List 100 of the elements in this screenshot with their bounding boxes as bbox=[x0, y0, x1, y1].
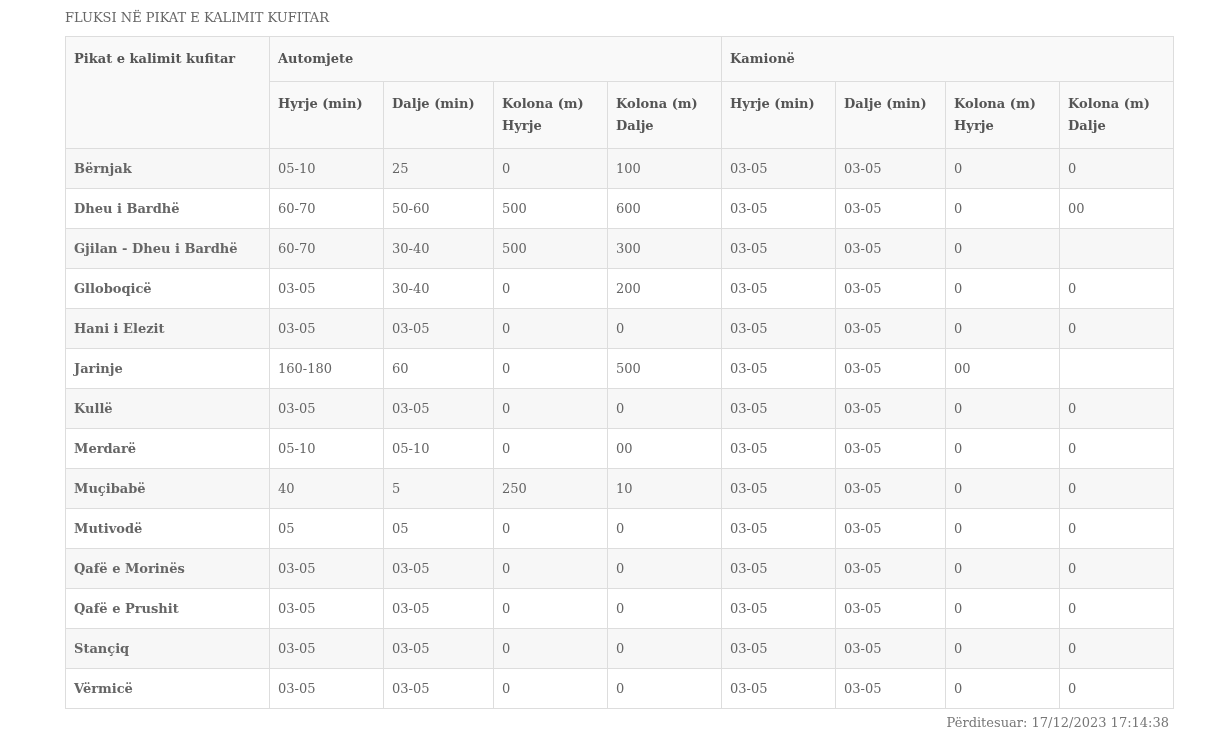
table-cell: 0 bbox=[493, 428, 608, 469]
table-cell: 03-05 bbox=[835, 348, 946, 389]
table-cell: 03-05 bbox=[835, 188, 946, 229]
table-cell: 0 bbox=[1059, 508, 1174, 549]
table-cell: 03-05 bbox=[835, 468, 946, 509]
table-cell: 03-05 bbox=[721, 388, 836, 429]
table-cell: 0 bbox=[945, 228, 1060, 269]
table-cell: 03-05 bbox=[721, 508, 836, 549]
table-cell: 100 bbox=[607, 148, 722, 189]
table-cell: 0 bbox=[493, 588, 608, 629]
table-cell: 03-05 bbox=[269, 548, 384, 589]
table-cell: 03-05 bbox=[721, 588, 836, 629]
table-cell: 03-05 bbox=[383, 308, 494, 349]
row-header: Vërmicë bbox=[65, 668, 270, 709]
table-cell: 03-05 bbox=[383, 548, 494, 589]
row-header: Merdarë bbox=[65, 428, 270, 469]
table-cell: 03-05 bbox=[721, 348, 836, 389]
table-cell: 03-05 bbox=[269, 588, 384, 629]
column-header: Hyrje (min) bbox=[721, 81, 836, 149]
table-cell: 05 bbox=[269, 508, 384, 549]
table-cell: 10 bbox=[607, 468, 722, 509]
page-title: FLUKSI NË PIKAT E KALIMIT KUFITAR bbox=[65, 10, 331, 24]
table-cell: 0 bbox=[493, 348, 608, 389]
table-cell: 0 bbox=[493, 628, 608, 669]
table-cell: 03-05 bbox=[383, 588, 494, 629]
table-cell: 0 bbox=[493, 388, 608, 429]
table-cell: 03-05 bbox=[721, 628, 836, 669]
table-cell: 03-05 bbox=[383, 628, 494, 669]
column-header: Dalje (min) bbox=[835, 81, 946, 149]
table-cell: 0 bbox=[945, 188, 1060, 229]
table-cell: 500 bbox=[607, 348, 722, 389]
table-cell: 00 bbox=[945, 348, 1060, 389]
table-cell: 0 bbox=[493, 148, 608, 189]
table-cell: 0 bbox=[1059, 148, 1174, 189]
row-header: Kullë bbox=[65, 388, 270, 429]
table-cell: 0 bbox=[945, 628, 1060, 669]
table-cell: 0 bbox=[1059, 468, 1174, 509]
row-header: Jarinje bbox=[65, 348, 270, 389]
table-cell: 03-05 bbox=[721, 428, 836, 469]
table-cell: 03-05 bbox=[721, 308, 836, 349]
table-cell: 03-05 bbox=[721, 268, 836, 309]
table-cell: 60-70 bbox=[269, 188, 384, 229]
table-cell: 0 bbox=[1059, 628, 1174, 669]
table-cell: 03-05 bbox=[835, 148, 946, 189]
table-cell: 03-05 bbox=[835, 668, 946, 709]
table-cell: 0 bbox=[945, 428, 1060, 469]
table-cell: 03-05 bbox=[269, 308, 384, 349]
table-cell: 0 bbox=[607, 668, 722, 709]
table-cell: 03-05 bbox=[721, 668, 836, 709]
row-header: Mutivodë bbox=[65, 508, 270, 549]
table-cell: 0 bbox=[945, 308, 1060, 349]
table-cell: 03-05 bbox=[383, 668, 494, 709]
row-header: Hani i Elezit bbox=[65, 308, 270, 349]
row-header: Bërnjak bbox=[65, 148, 270, 189]
table-cell: 0 bbox=[493, 508, 608, 549]
row-header: Dheu i Bardhë bbox=[65, 188, 270, 229]
table-cell: 0 bbox=[493, 668, 608, 709]
table-cell: 0 bbox=[1059, 268, 1174, 309]
table-cell: 500 bbox=[493, 188, 608, 229]
table-cell: 30-40 bbox=[383, 228, 494, 269]
table-cell: 0 bbox=[1059, 308, 1174, 349]
group-header: Kamionë bbox=[721, 36, 1174, 82]
table-cell: 0 bbox=[945, 148, 1060, 189]
table-cell: 03-05 bbox=[835, 228, 946, 269]
table-cell: 03-05 bbox=[835, 548, 946, 589]
table-cell: 0 bbox=[945, 468, 1060, 509]
table-cell: 60-70 bbox=[269, 228, 384, 269]
table-cell: 30-40 bbox=[383, 268, 494, 309]
table-cell: 60 bbox=[383, 348, 494, 389]
table-cell: 0 bbox=[945, 388, 1060, 429]
column-header: Kolona (m) Hyrje bbox=[493, 81, 608, 149]
row-header: Gjilan - Dheu i Bardhë bbox=[65, 228, 270, 269]
table-cell: 03-05 bbox=[721, 188, 836, 229]
table-cell: 0 bbox=[945, 508, 1060, 549]
row-header: Stançiq bbox=[65, 628, 270, 669]
table-cell: 00 bbox=[607, 428, 722, 469]
table-cell: 03-05 bbox=[721, 548, 836, 589]
table-cell: 03-05 bbox=[383, 388, 494, 429]
column-header: Kolona (m) Hyrje bbox=[945, 81, 1060, 149]
table-cell: 5 bbox=[383, 468, 494, 509]
table-cell: 200 bbox=[607, 268, 722, 309]
table-cell: 0 bbox=[607, 388, 722, 429]
table-cell: 600 bbox=[607, 188, 722, 229]
table-cell: 03-05 bbox=[721, 468, 836, 509]
table-cell: 0 bbox=[1059, 428, 1174, 469]
table-cell: 03-05 bbox=[269, 628, 384, 669]
table-cell: 0 bbox=[945, 548, 1060, 589]
table-cell: 160-180 bbox=[269, 348, 384, 389]
table-cell: 03-05 bbox=[269, 388, 384, 429]
row-header: Muçibabë bbox=[65, 468, 270, 509]
table-cell: 0 bbox=[607, 548, 722, 589]
table-cell: 05-10 bbox=[269, 148, 384, 189]
table-cell: 0 bbox=[493, 268, 608, 309]
table-cell: 03-05 bbox=[269, 268, 384, 309]
table-cell: 50-60 bbox=[383, 188, 494, 229]
table-cell: 0 bbox=[945, 668, 1060, 709]
table-cell: 0 bbox=[493, 548, 608, 589]
table-cell: 03-05 bbox=[835, 588, 946, 629]
table-cell: 03-05 bbox=[835, 308, 946, 349]
table-cell: 05-10 bbox=[269, 428, 384, 469]
